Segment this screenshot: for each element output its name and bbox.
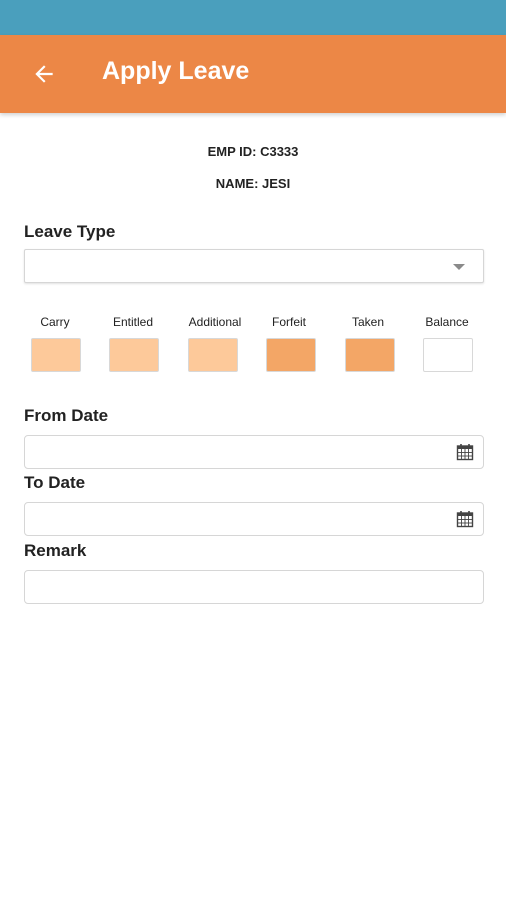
calendar-icon[interactable]: [456, 510, 474, 528]
employee-id: EMP ID: C3333: [207, 144, 299, 159]
back-button[interactable]: [22, 55, 66, 93]
additional-label: Additional: [188, 315, 242, 329]
remark-label: Remark: [24, 541, 87, 560]
remark-field: [24, 570, 484, 604]
chevron-down-icon: [453, 264, 465, 270]
from-date-input[interactable]: [25, 436, 445, 468]
page-title: Apply Leave: [102, 57, 250, 85]
carry-value-box: [31, 338, 81, 372]
leave-type-select[interactable]: [24, 249, 484, 283]
remark-input[interactable]: [25, 571, 481, 603]
from-date-label: From Date: [24, 406, 109, 425]
arrow-left-icon: [35, 65, 53, 83]
balance-value-box: [423, 338, 473, 372]
entitled-label: Entitled: [112, 315, 154, 329]
taken-label: Taken: [351, 315, 385, 329]
to-date-input[interactable]: [25, 503, 445, 535]
to-date-field: [24, 502, 484, 536]
calendar-icon[interactable]: [456, 443, 474, 461]
app-bar: Apply Leave: [0, 35, 506, 113]
forfeit-value-box: [266, 338, 316, 372]
carry-label: Carry: [40, 315, 70, 329]
forfeit-label: Forfeit: [271, 315, 306, 329]
leave-type-label: Leave Type: [24, 222, 116, 241]
status-bar: [0, 0, 506, 35]
to-date-label: To Date: [24, 473, 86, 492]
taken-value-box: [345, 338, 395, 372]
balance-label: Balance: [425, 315, 469, 329]
additional-value-box: [188, 338, 238, 372]
employee-name: NAME: JESI: [215, 176, 291, 191]
entitled-value-box: [109, 338, 159, 372]
from-date-field: [24, 435, 484, 469]
